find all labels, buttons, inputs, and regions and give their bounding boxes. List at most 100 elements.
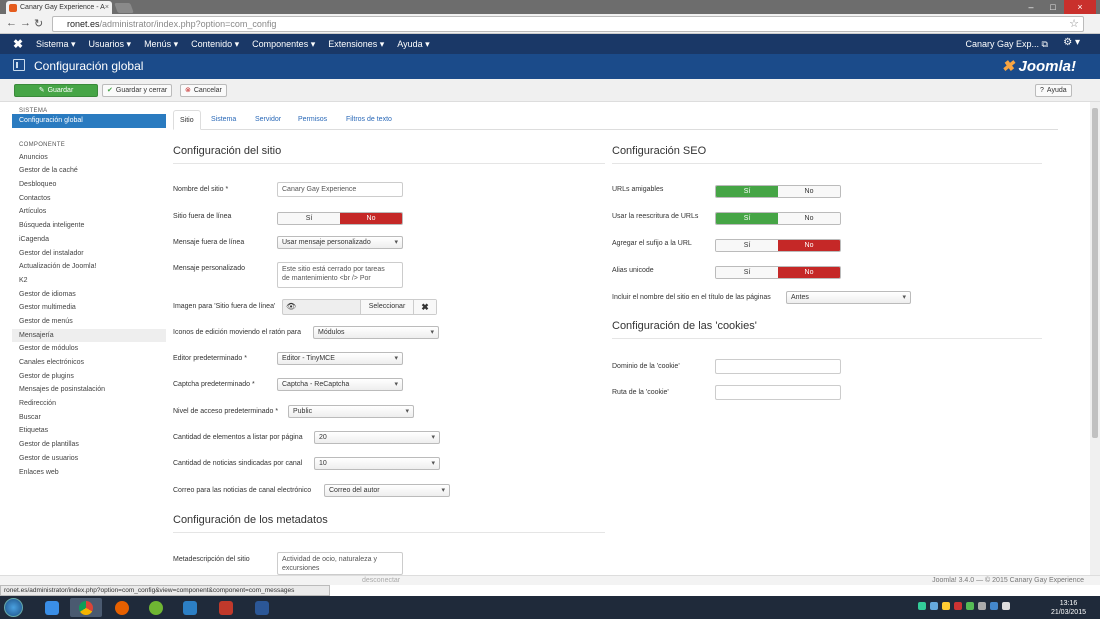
sidebar-item[interactable]: Contactos (12, 192, 166, 206)
sidebar-item[interactable]: Mensajes de posinstalación (12, 383, 166, 397)
offline-no-button[interactable]: No (340, 213, 402, 224)
help-button[interactable]: ? Ayuda (1035, 84, 1072, 97)
tray-icon[interactable] (966, 602, 974, 610)
rewrite-yes-button[interactable]: Sí (716, 213, 778, 224)
filezilla-app-icon[interactable] (210, 598, 242, 617)
sidebar-item[interactable]: K2 (12, 274, 166, 288)
site-name-input[interactable]: Canary Gay Experience (277, 182, 403, 197)
firefox-app-icon[interactable] (106, 598, 138, 617)
sidebar-item[interactable]: Enlaces web (12, 466, 166, 480)
menu-menus[interactable]: Menús ▾ (144, 39, 178, 50)
offline-yes-button[interactable]: Sí (278, 213, 340, 224)
close-tab-icon[interactable]: × (105, 1, 109, 14)
offline-message-select[interactable]: Usar mensaje personalizado (277, 236, 403, 249)
clear-image-icon[interactable]: ✖ (413, 300, 436, 314)
taskbar-clock[interactable]: 13:16 21/03/2015 (1051, 599, 1086, 617)
start-button[interactable] (4, 598, 23, 617)
unicode-no-button[interactable]: No (778, 267, 840, 278)
cookie-domain-input[interactable] (715, 359, 841, 374)
sef-yes-button[interactable]: Sí (716, 186, 778, 197)
menu-ayuda[interactable]: Ayuda ▾ (397, 39, 429, 50)
menu-sistema[interactable]: Sistema ▾ (36, 39, 76, 50)
list-limit-select[interactable]: 20 (314, 431, 440, 444)
logout-link[interactable]: desconectar (362, 577, 400, 584)
tray-icon[interactable] (978, 602, 986, 610)
sef-no-button[interactable]: No (778, 186, 840, 197)
suffix-yes-button[interactable]: Sí (716, 240, 778, 251)
sidebar-item[interactable]: Gestor de plugins (12, 370, 166, 384)
chrome-app-icon[interactable] (70, 598, 102, 617)
save-button[interactable]: ✎ Guardar (14, 84, 98, 97)
back-arrow-icon[interactable]: ← (6, 17, 17, 29)
sidebar-item[interactable]: Gestor de usuarios (12, 452, 166, 466)
feed-limit-select[interactable]: 10 (314, 457, 440, 470)
word-app-icon[interactable] (246, 598, 278, 617)
sidebar-item-mensajeria[interactable]: Mensajería (12, 328, 166, 343)
cancel-button[interactable]: ⊗ Cancelar (180, 84, 227, 97)
close-window-icon[interactable]: × (1064, 0, 1096, 14)
utorrent-app-icon[interactable] (140, 598, 172, 617)
sidebar-item[interactable]: Buscar (12, 411, 166, 425)
gear-icon[interactable]: ⚙ ▾ (1063, 37, 1080, 48)
tab-sistema[interactable]: Sistema (205, 110, 242, 130)
site-link[interactable]: Canary Gay Exp... ⧉ (966, 39, 1048, 50)
sidebar-item[interactable]: Gestor de idiomas (12, 288, 166, 302)
cookie-path-input[interactable] (715, 385, 841, 400)
ie-app-icon[interactable] (36, 598, 68, 617)
sidebar-item[interactable]: Gestor de plantillas (12, 438, 166, 452)
access-select[interactable]: Public (288, 405, 414, 418)
volume-icon[interactable] (1002, 602, 1010, 610)
sidebar-item[interactable]: Redirección (12, 397, 166, 411)
sidebar-item[interactable]: iCagenda (12, 233, 166, 247)
edit-icons-select[interactable]: Módulos (313, 326, 439, 339)
url-input[interactable]: ronet.es/administrator/index.php?option=… (52, 16, 1084, 32)
sidebar-item[interactable]: Gestor del instalador (12, 247, 166, 261)
meta-description-textarea[interactable]: Actividad de ocio, naturaleza y excursio… (277, 552, 403, 575)
network-app-icon[interactable] (174, 598, 206, 617)
editor-select[interactable]: Editor - TinyMCE (277, 352, 403, 365)
sitename-pagetitles-select[interactable]: Antes (786, 291, 911, 304)
sidebar-item[interactable]: Gestor de menús (12, 315, 166, 329)
sidebar-item[interactable]: Actualización de Joomla! (12, 260, 166, 274)
tray-icon[interactable] (990, 602, 998, 610)
sidebar-item[interactable]: Gestor de módulos (12, 342, 166, 356)
scrollbar-thumb[interactable] (1092, 108, 1098, 438)
menu-componentes[interactable]: Componentes ▾ (252, 39, 315, 50)
tab-filtros[interactable]: Filtros de texto (340, 110, 398, 130)
tab-servidor[interactable]: Servidor (249, 110, 287, 130)
minimize-icon[interactable]: – (1020, 0, 1042, 14)
preview-eye-icon[interactable]: 👁 (286, 302, 296, 311)
sidebar-item[interactable]: Etiquetas (12, 424, 166, 438)
tab-sitio[interactable]: Sitio (173, 110, 201, 130)
tray-icon[interactable] (942, 602, 950, 610)
sidebar-item[interactable]: Gestor multimedia (12, 301, 166, 315)
browser-tab[interactable]: Canary Gay Experience - A × (6, 1, 112, 14)
captcha-select[interactable]: Captcha - ReCaptcha (277, 378, 403, 391)
new-tab-button[interactable] (114, 3, 134, 13)
tray-icon[interactable] (930, 602, 938, 610)
rewrite-no-button[interactable]: No (778, 213, 840, 224)
sidebar-item-global-config[interactable]: Configuración global (12, 114, 166, 128)
sidebar-item[interactable]: Desbloqueo (12, 178, 166, 192)
menu-extensiones[interactable]: Extensiones ▾ (328, 39, 384, 50)
sidebar-item[interactable]: Canales electrónicos (12, 356, 166, 370)
forward-arrow-icon[interactable]: → (20, 17, 31, 29)
bookmark-star-icon[interactable]: ☆ (1069, 17, 1079, 31)
custom-message-textarea[interactable]: Este sitio está cerrado por tareas de ma… (277, 262, 403, 288)
save-close-button[interactable]: ✔ Guardar y cerrar (102, 84, 173, 97)
sidebar-item[interactable]: Anuncios (12, 151, 166, 165)
feed-email-select[interactable]: Correo del autor (324, 484, 450, 497)
tray-icon[interactable] (954, 602, 962, 610)
sidebar-item[interactable]: Gestor de la caché (12, 164, 166, 178)
menu-contenido[interactable]: Contenido ▾ (191, 39, 239, 50)
select-image-button[interactable]: Seleccionar (360, 300, 413, 314)
sidebar-item[interactable]: Búsqueda inteligente (12, 219, 166, 233)
tab-permisos[interactable]: Permisos (292, 110, 333, 130)
maximize-icon[interactable]: □ (1042, 0, 1064, 14)
vertical-scrollbar[interactable] (1090, 102, 1100, 575)
menu-usuarios[interactable]: Usuarios ▾ (89, 39, 132, 50)
suffix-no-button[interactable]: No (778, 240, 840, 251)
reload-icon[interactable]: ↻ (34, 17, 43, 30)
joomla-logo-icon[interactable]: ✖ (13, 37, 23, 51)
unicode-yes-button[interactable]: Sí (716, 267, 778, 278)
